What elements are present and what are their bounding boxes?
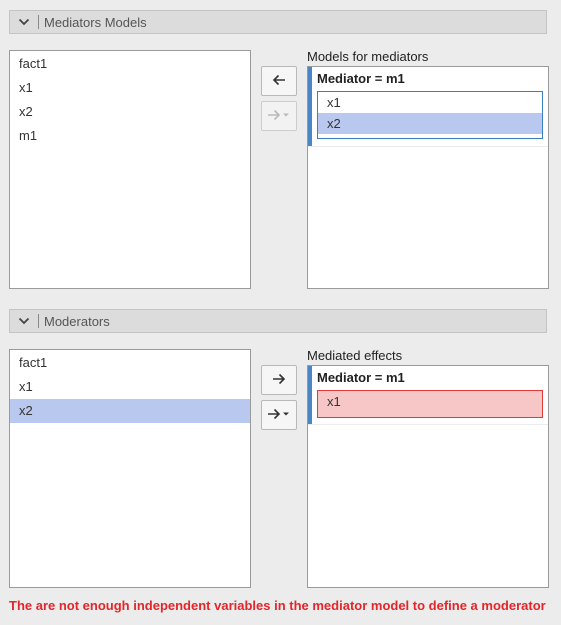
list-item[interactable]: fact1 xyxy=(10,52,250,76)
section-title: Moderators xyxy=(44,313,110,329)
target-label: Mediated effects xyxy=(307,348,403,363)
list-item[interactable]: x1 xyxy=(318,92,542,113)
list-item[interactable]: x2 xyxy=(318,113,542,134)
mediators-models-header[interactable]: Mediators Models xyxy=(9,10,547,34)
group-accent-bar xyxy=(308,366,312,424)
mediated-effects-box[interactable]: Mediator = m1 x1 xyxy=(307,365,549,588)
list-item[interactable]: x1 xyxy=(10,375,250,399)
target-label: Models for mediators xyxy=(307,49,429,64)
error-message: The are not enough independent variables… xyxy=(9,598,546,613)
list-item[interactable]: x2 xyxy=(10,399,250,423)
group-title: Mediator = m1 xyxy=(317,71,405,86)
group-title: Mediator = m1 xyxy=(317,370,405,385)
list-item[interactable]: x1 xyxy=(318,391,542,412)
move-left-button[interactable] xyxy=(261,66,297,96)
group-accent-bar xyxy=(308,67,312,146)
list-item[interactable]: x2 xyxy=(10,100,250,124)
mediated-term-list[interactable]: x1 xyxy=(317,390,543,418)
list-item[interactable]: fact1 xyxy=(10,351,250,375)
moderators-header[interactable]: Moderators xyxy=(9,309,547,333)
chevron-down-icon[interactable] xyxy=(10,15,39,29)
arrow-left-icon xyxy=(272,74,286,89)
models-for-mediators-box[interactable]: Mediator = m1 x1 x2 xyxy=(307,66,549,289)
section-title: Mediators Models xyxy=(44,14,147,30)
list-item[interactable]: x1 xyxy=(10,76,250,100)
arrow-right-dropdown-icon xyxy=(267,109,291,124)
mediator-group: Mediator = m1 x1 x2 xyxy=(308,67,548,147)
arrow-right-dropdown-icon xyxy=(267,408,291,423)
moderators-available-list[interactable]: fact1 x1 x2 xyxy=(9,349,251,588)
mediator-term-list[interactable]: x1 x2 xyxy=(317,91,543,139)
mediators-available-list[interactable]: fact1 x1 x2 m1 xyxy=(9,50,251,289)
mediator-group: Mediator = m1 x1 xyxy=(308,366,548,425)
move-right-dropdown-button[interactable] xyxy=(261,101,297,131)
chevron-down-icon[interactable] xyxy=(10,314,39,328)
list-item[interactable]: m1 xyxy=(10,124,250,148)
move-right-button[interactable] xyxy=(261,365,297,395)
arrow-right-icon xyxy=(272,373,286,388)
move-right-dropdown-button[interactable] xyxy=(261,400,297,430)
